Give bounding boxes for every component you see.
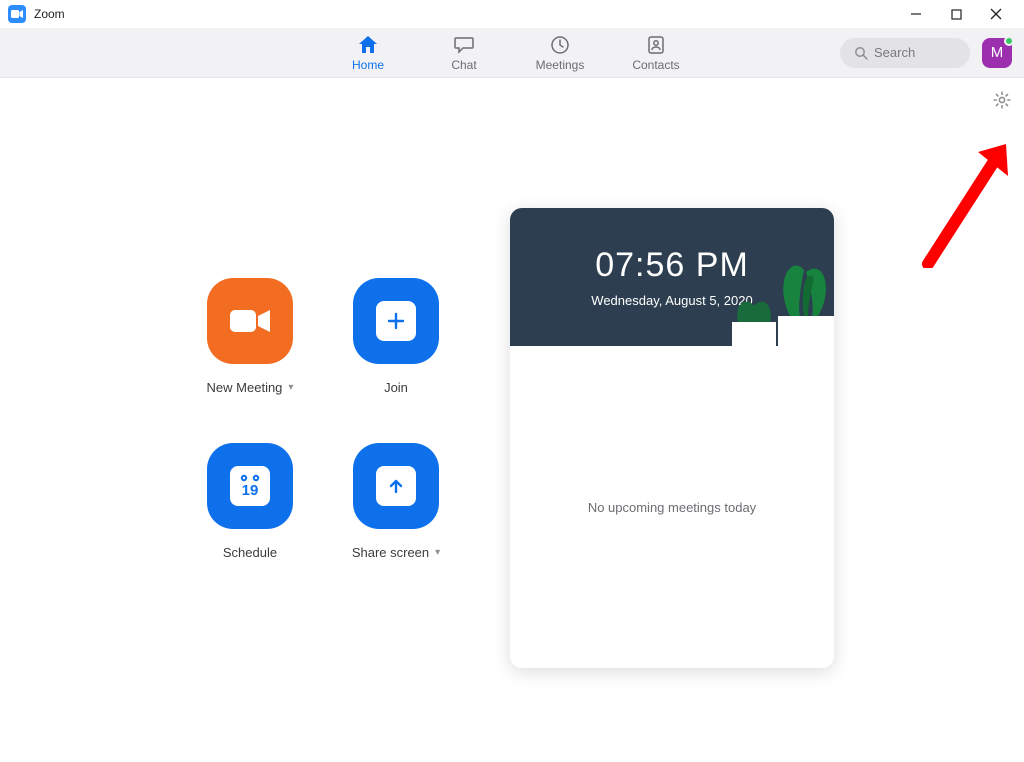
window-close-button[interactable]: [976, 0, 1016, 28]
chat-icon: [453, 34, 475, 56]
action-label: Join: [384, 380, 408, 395]
main-nav: Home Chat Meetings Contacts Search: [0, 28, 1024, 78]
nav-tab-chat[interactable]: Chat: [439, 34, 489, 72]
nav-tab-label: Home: [352, 58, 384, 72]
search-placeholder: Search: [874, 45, 915, 60]
action-label: Share screen: [352, 545, 429, 560]
plus-icon: [376, 301, 416, 341]
zoom-app-icon: [8, 5, 26, 23]
calendar-header: 07:56 PM Wednesday, August 5, 2020: [510, 208, 834, 346]
search-icon: [854, 46, 868, 60]
video-icon: [228, 306, 272, 336]
nav-tab-home[interactable]: Home: [343, 34, 393, 72]
action-label: New Meeting: [207, 380, 283, 395]
calendar-day-number: 19: [242, 483, 259, 498]
no-meetings-text: No upcoming meetings today: [588, 500, 756, 515]
search-input[interactable]: Search: [840, 38, 970, 68]
nav-tab-contacts[interactable]: Contacts: [631, 34, 681, 72]
home-content: New Meeting ▾ Join 19: [0, 78, 1024, 762]
calendar-pane: 07:56 PM Wednesday, August 5, 2020 No up…: [510, 78, 1024, 762]
settings-button[interactable]: [992, 90, 1012, 110]
action-label: Schedule: [223, 545, 277, 560]
actions-pane: New Meeting ▾ Join 19: [0, 78, 510, 762]
home-icon: [357, 34, 379, 56]
new-meeting-button[interactable]: [207, 278, 293, 364]
avatar-initial: M: [991, 44, 1004, 61]
share-screen-button[interactable]: [353, 443, 439, 529]
nav-tab-label: Chat: [451, 58, 476, 72]
arrow-up-icon: [376, 466, 416, 506]
chevron-down-icon[interactable]: ▾: [435, 547, 440, 558]
nav-tab-label: Meetings: [536, 58, 585, 72]
current-time: 07:56 PM: [595, 246, 749, 285]
chevron-down-icon[interactable]: ▾: [288, 382, 293, 393]
nav-tab-meetings[interactable]: Meetings: [535, 34, 585, 72]
calendar-body: No upcoming meetings today: [510, 346, 834, 668]
window-title: Zoom: [34, 7, 65, 21]
window-titlebar: Zoom: [0, 0, 1024, 28]
nav-tab-label: Contacts: [632, 58, 679, 72]
profile-avatar[interactable]: M: [982, 38, 1012, 68]
window-maximize-button[interactable]: [936, 0, 976, 28]
calendar-card: 07:56 PM Wednesday, August 5, 2020 No up…: [510, 208, 834, 668]
join-button[interactable]: [353, 278, 439, 364]
clock-icon: [550, 34, 570, 56]
plant-decoration-icon: [770, 250, 834, 346]
schedule-button[interactable]: 19: [207, 443, 293, 529]
window-minimize-button[interactable]: [896, 0, 936, 28]
presence-status-dot: [1004, 36, 1014, 46]
calendar-icon: 19: [230, 466, 270, 506]
contacts-icon: [646, 34, 666, 56]
